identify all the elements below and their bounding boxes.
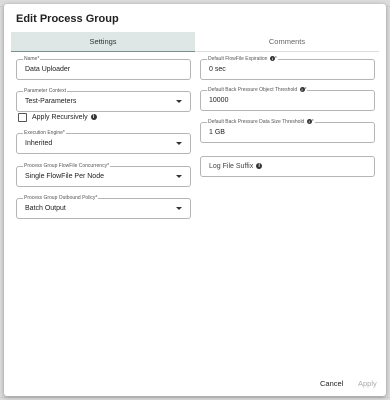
execution-engine-value: Inherited <box>25 140 53 147</box>
outbound-policy-select[interactable]: Process Group Outbound Policy* Batch Out… <box>16 194 191 219</box>
parameter-context-value: Test-Parameters <box>25 98 77 105</box>
apply-recursively-label: Apply Recursively i <box>32 113 97 122</box>
flowfile-expiration-value: 0 sec <box>209 66 226 73</box>
backdrop-line <box>0 397 390 398</box>
chevron-down-icon <box>176 207 182 210</box>
name-field[interactable]: Name* Data Uploader <box>16 55 191 80</box>
execution-engine-select[interactable]: Execution Engine* Inherited <box>16 129 191 154</box>
back-pressure-object-field[interactable]: Default Back Pressure Object Threshold i… <box>200 86 375 111</box>
outbound-policy-value: Batch Output <box>25 205 66 212</box>
apply-button[interactable]: Apply <box>358 379 377 388</box>
info-icon[interactable]: i <box>256 163 263 170</box>
log-file-suffix-placeholder: Log File Suffix i <box>209 157 263 176</box>
dialog-title: Edit Process Group <box>16 13 119 25</box>
chevron-down-icon <box>176 142 182 145</box>
info-icon[interactable]: i <box>90 114 97 121</box>
back-pressure-size-value: 1 GB <box>209 129 225 136</box>
parameter-context-select[interactable]: Parameter Context Test-Parameters <box>16 87 191 112</box>
log-file-suffix-field[interactable]: Log File Suffix i <box>200 156 375 177</box>
flowfile-concurrency-value: Single FlowFile Per Node <box>25 173 104 180</box>
flowfile-concurrency-select[interactable]: Process Group FlowFile Concurrency* Sing… <box>16 162 191 187</box>
info-icon[interactable]: i <box>306 119 312 125</box>
tab-settings[interactable]: Settings <box>11 32 195 52</box>
back-pressure-object-value: 10000 <box>209 97 229 104</box>
info-icon[interactable]: i <box>299 87 305 93</box>
back-pressure-size-field[interactable]: Default Back Pressure Data Size Threshol… <box>200 118 375 143</box>
tab-comments[interactable]: Comments <box>195 32 379 52</box>
apply-recursively-checkbox[interactable] <box>18 113 27 122</box>
chevron-down-icon <box>176 100 182 103</box>
chevron-down-icon <box>176 175 182 178</box>
cancel-button[interactable]: Cancel <box>320 379 343 388</box>
tab-bar: Settings Comments <box>11 32 379 52</box>
flowfile-expiration-field[interactable]: Default FlowFile Expiration i * 0 sec <box>200 55 375 80</box>
info-icon[interactable]: i <box>269 56 275 62</box>
name-field-value: Data Uploader <box>25 66 71 73</box>
